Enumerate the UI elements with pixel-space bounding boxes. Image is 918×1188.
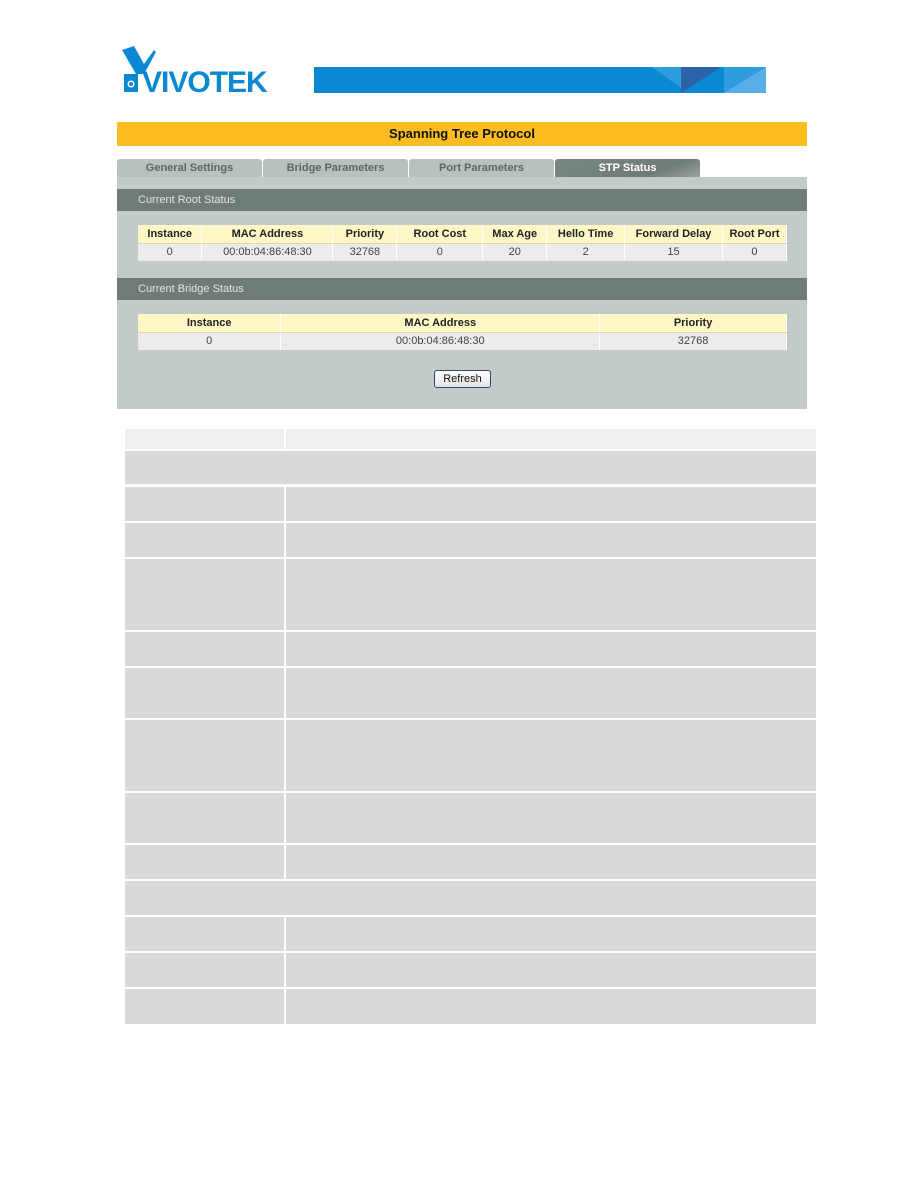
brand-wordmark: VIVOTEK [142, 66, 268, 94]
cell-root-cost: 0 [396, 243, 484, 262]
col-max-age: Max Age [482, 225, 548, 244]
cell-hello-time: 2 [546, 243, 626, 262]
section-cell [125, 881, 816, 915]
description-row [125, 953, 816, 987]
header-cell-right [286, 429, 816, 449]
header-banner [314, 67, 766, 93]
col-root-cost: Root Cost [396, 225, 484, 244]
stp-status-panel: Current Root Status Instance MAC Address… [117, 177, 807, 409]
vivotek-camera-logo-icon: VIVOTEK [122, 46, 269, 94]
description-row [125, 793, 816, 843]
cell-root-port: 0 [722, 243, 788, 262]
cell-priority: 32768 [599, 332, 787, 351]
description-row [125, 917, 816, 951]
page-title: Spanning Tree Protocol [117, 122, 807, 146]
bridge-status-heading: Current Bridge Status [117, 278, 807, 300]
description-row [125, 720, 816, 791]
root-status-table: Instance MAC Address Priority Root Cost … [138, 225, 788, 262]
cell-instance: 0 [138, 332, 282, 351]
cell-forward-delay: 15 [624, 243, 723, 262]
description-row [125, 559, 816, 630]
col-mac-address: MAC Address [280, 314, 601, 333]
tab-bar: General Settings Bridge Parameters Port … [117, 159, 701, 177]
description-row [125, 668, 816, 718]
description-header-row [125, 429, 816, 449]
cell-max-age: 20 [482, 243, 548, 262]
table-header-row: Instance MAC Address Priority [138, 314, 787, 333]
vivotek-logo: VIVOTEK [120, 44, 310, 94]
col-priority: Priority [332, 225, 398, 244]
description-section-row [125, 881, 816, 915]
col-priority: Priority [599, 314, 787, 333]
col-mac-address: MAC Address [201, 225, 334, 244]
table-header-row: Instance MAC Address Priority Root Cost … [138, 225, 788, 244]
col-forward-delay: Forward Delay [624, 225, 723, 244]
cell-instance: 0 [138, 243, 203, 262]
table-row: 0 00:0b:04:86:48:30 32768 0 20 2 15 0 [138, 243, 788, 262]
description-row [125, 487, 816, 521]
tab-port-parameters[interactable]: Port Parameters [409, 159, 554, 177]
col-instance: Instance [138, 225, 203, 244]
cell-mac-address: 00:0b:04:86:48:30 [280, 332, 601, 351]
tab-stp-status[interactable]: STP Status [555, 159, 700, 177]
col-root-port: Root Port [722, 225, 788, 244]
refresh-button[interactable]: Refresh [434, 370, 491, 388]
cell-priority: 32768 [332, 243, 398, 262]
col-instance: Instance [138, 314, 282, 333]
description-row [125, 845, 816, 879]
tab-general-settings[interactable]: General Settings [117, 159, 262, 177]
root-status-heading: Current Root Status [117, 189, 807, 211]
bridge-status-table: Instance MAC Address Priority 0 00:0b:04… [138, 314, 787, 351]
cell-mac-address: 00:0b:04:86:48:30 [201, 243, 334, 262]
header-cell-left [125, 429, 284, 449]
description-row [125, 632, 816, 666]
description-row [125, 523, 816, 557]
tab-bridge-parameters[interactable]: Bridge Parameters [263, 159, 408, 177]
description-row [125, 989, 816, 1024]
description-section-row [125, 451, 816, 484]
col-hello-time: Hello Time [546, 225, 626, 244]
table-row: 0 00:0b:04:86:48:30 32768 [138, 332, 787, 351]
section-cell [125, 451, 816, 484]
